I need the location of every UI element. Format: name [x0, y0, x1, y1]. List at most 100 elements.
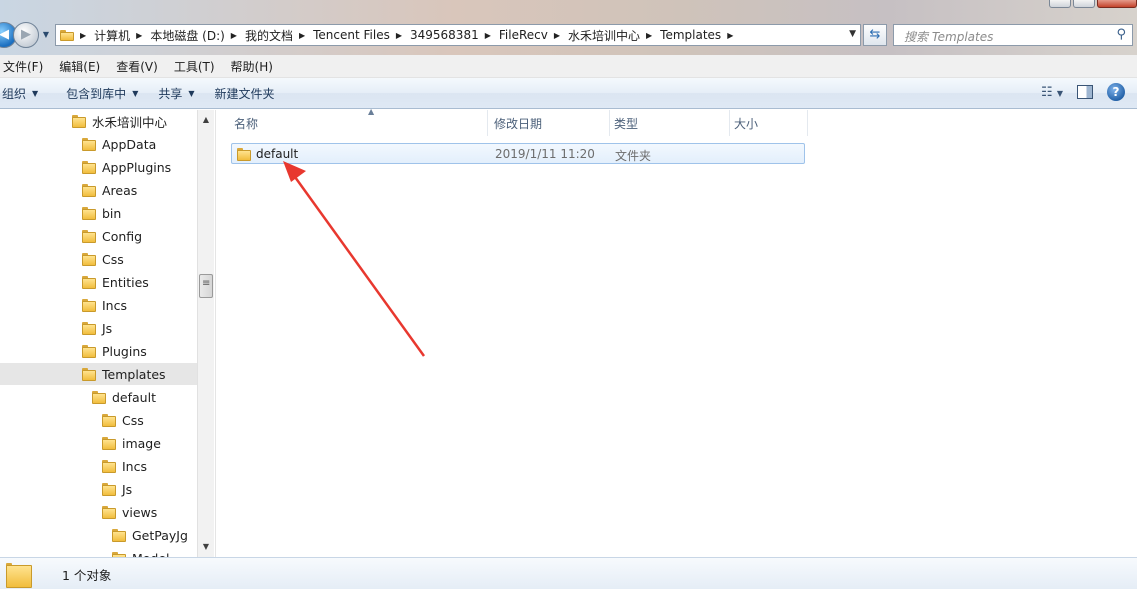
chevron-right-icon[interactable]: ▶	[293, 31, 313, 40]
share-button[interactable]: 共享 ▼	[148, 85, 204, 102]
breadcrumb-root-arrow[interactable]: ▶	[78, 31, 94, 40]
chevron-right-icon[interactable]: ▶	[721, 31, 741, 40]
column-header-name[interactable]: 名称 ▲	[230, 107, 488, 136]
breadcrumb-item[interactable]: FileRecv ▶	[499, 28, 568, 42]
file-row[interactable]: default 2019/1/11 11:20 文件夹	[231, 143, 805, 164]
column-header-size[interactable]: 大小	[730, 110, 808, 136]
tree-item-label: Templates	[102, 366, 166, 382]
menu-view[interactable]: 查看(V)	[108, 58, 166, 75]
organize-button[interactable]: 组织 ▼	[0, 85, 48, 102]
tree-item-label: AppData	[102, 136, 157, 152]
tree-item[interactable]: default	[92, 386, 156, 408]
breadcrumb-label: 我的文档	[244, 28, 293, 43]
folder-icon	[82, 321, 96, 335]
tree-item[interactable]: Areas	[82, 179, 137, 201]
new-folder-button[interactable]: 新建文件夹	[205, 85, 285, 102]
tree-item[interactable]: Css	[102, 409, 144, 431]
breadcrumb-item[interactable]: Tencent Files ▶	[313, 28, 410, 42]
breadcrumb-label: 水禾培训中心	[568, 28, 641, 43]
column-size-label: 大小	[734, 116, 759, 131]
breadcrumb-label: FileRecv	[498, 28, 548, 42]
folder-icon	[82, 275, 96, 289]
tree-item[interactable]: image	[102, 432, 161, 454]
breadcrumb-label: Tencent Files	[313, 28, 390, 42]
column-header-modified[interactable]: 修改日期	[490, 110, 610, 136]
menu-file[interactable]: 文件(F)	[0, 58, 51, 75]
menu-edit[interactable]: 编辑(E)	[51, 58, 108, 75]
scroll-thumb[interactable]	[199, 274, 213, 298]
include-library-button[interactable]: 包含到库中 ▼	[56, 85, 148, 102]
help-icon[interactable]: ?	[1107, 83, 1125, 101]
breadcrumb-item[interactable]: Templates ▶	[660, 28, 741, 42]
recent-pages-dropdown[interactable]: ▼	[41, 30, 51, 40]
tree-item[interactable]: bin	[82, 202, 121, 224]
minimize-button[interactable]	[1049, 0, 1071, 8]
chevron-right-icon[interactable]: ▶	[225, 31, 245, 40]
window-titlebar: ◀ ▶ ▼ ▶ 计算机 ▶ 本地磁盘 (D:) ▶ 我的文档 ▶ Tencent Fi…	[0, 0, 1137, 55]
search-icon[interactable]: ⚲	[1116, 27, 1126, 42]
breadcrumb-item[interactable]: 本地磁盘 (D:) ▶	[150, 27, 245, 44]
breadcrumb-item[interactable]: 水禾培训中心 ▶	[568, 27, 660, 44]
breadcrumb-item[interactable]: 我的文档 ▶	[245, 27, 313, 44]
menu-help[interactable]: 帮助(H)	[223, 58, 281, 75]
refresh-button[interactable]: ⇆	[863, 24, 887, 46]
tree-item[interactable]: Js	[82, 317, 112, 339]
breadcrumb-item[interactable]: 计算机 ▶	[94, 27, 150, 44]
menu-tools[interactable]: 工具(T)	[166, 58, 223, 75]
scroll-down-icon[interactable]: ▼	[198, 539, 214, 555]
address-bar[interactable]: ▶ 计算机 ▶ 本地磁盘 (D:) ▶ 我的文档 ▶ Tencent Files ▶ 3…	[55, 24, 861, 46]
folder-icon	[60, 29, 74, 41]
organize-label: 组织	[2, 86, 27, 101]
tree-item[interactable]: GetPayJg	[112, 524, 188, 546]
chevron-right-icon[interactable]: ▶	[130, 31, 150, 40]
tree-item[interactable]: Js	[102, 478, 132, 500]
chevron-right-icon[interactable]: ▶	[548, 31, 568, 40]
refresh-icon: ⇆	[869, 27, 881, 42]
maximize-button[interactable]	[1073, 0, 1095, 8]
breadcrumb-label: 349568381	[410, 28, 479, 42]
new-folder-label: 新建文件夹	[214, 86, 275, 101]
chevron-right-icon[interactable]: ▶	[479, 31, 499, 40]
breadcrumb-item[interactable]: 349568381 ▶	[410, 28, 499, 42]
chevron-right-icon[interactable]: ▶	[640, 31, 660, 40]
tree-item-label: Areas	[102, 182, 138, 198]
nav-scrollbar[interactable]: ▲ ▼	[197, 110, 214, 557]
tree-item[interactable]: Incs	[82, 294, 127, 316]
search-input[interactable]: 搜索 Templates ⚲	[893, 24, 1133, 46]
tree-item-label: Css	[102, 251, 124, 267]
forward-button[interactable]: ▶	[13, 22, 39, 48]
tree-item[interactable]: Css	[82, 248, 124, 270]
chevron-right-icon[interactable]: ▶	[390, 31, 410, 40]
tree-item[interactable]: Entities	[82, 271, 149, 293]
tree-item[interactable]: Model	[112, 547, 170, 557]
chevron-down-icon: ▼	[132, 88, 139, 98]
address-dropdown-icon[interactable]: ▼	[849, 29, 856, 39]
tree-item[interactable]: views	[102, 501, 157, 523]
column-header-type[interactable]: 类型	[610, 110, 730, 136]
folder-icon	[82, 160, 96, 174]
tree-item-label: bin	[102, 205, 122, 221]
folder-icon	[102, 459, 116, 473]
navigation-pane: 水禾培训中心 AppData AppPlugins Areas bin Config Css…	[0, 110, 197, 557]
tree-item[interactable]: Templates	[0, 363, 197, 385]
tree-item[interactable]: 水禾培训中心	[72, 110, 167, 132]
change-view-icon[interactable]: ☷ ▼	[1041, 85, 1063, 100]
breadcrumb-label: 本地磁盘 (D:)	[150, 28, 225, 43]
file-modified: 2019/1/11 11:20	[495, 147, 595, 161]
file-list-pane: 名称 ▲ 修改日期 类型 大小 default 2019/1/11 11:20 …	[215, 107, 1137, 557]
tree-item[interactable]: Plugins	[82, 340, 147, 362]
tree-item[interactable]: Incs	[102, 455, 147, 477]
tree-item-label: Css	[122, 412, 144, 428]
breadcrumb-label: Templates	[660, 28, 722, 42]
folder-icon	[82, 252, 96, 266]
chevron-down-icon: ▼	[188, 88, 195, 98]
tree-item[interactable]: AppData	[82, 133, 156, 155]
forward-arrow-icon: ▶	[21, 27, 31, 42]
tree-item[interactable]: AppPlugins	[82, 156, 171, 178]
tree-item-label: Plugins	[102, 343, 147, 359]
preview-pane-icon[interactable]	[1077, 85, 1093, 99]
scroll-up-icon[interactable]: ▲	[198, 112, 214, 128]
close-button[interactable]	[1097, 0, 1137, 8]
tree-item[interactable]: Config	[82, 225, 142, 247]
status-bar: 1 个对象	[0, 557, 1137, 589]
